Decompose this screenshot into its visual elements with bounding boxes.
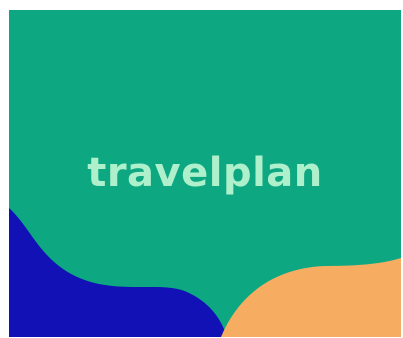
travelplan-logo: travelplan xyxy=(87,150,323,196)
splash-card: travelplan xyxy=(9,10,401,337)
